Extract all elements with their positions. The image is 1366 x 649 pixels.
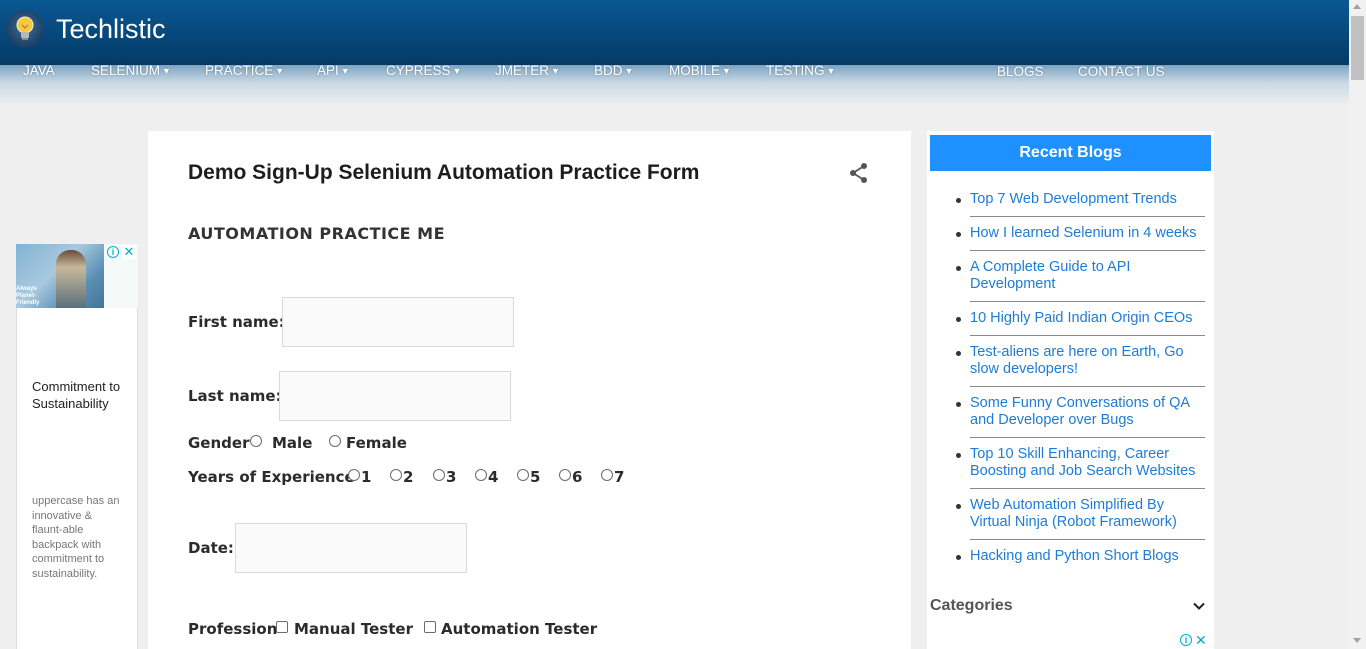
list-bullet <box>956 453 961 458</box>
date-input[interactable] <box>235 523 467 573</box>
gender-male-label: Male <box>272 434 313 452</box>
post-title: Demo Sign-Up Selenium Automation Practic… <box>188 161 700 184</box>
close-icon[interactable]: ✕ <box>122 245 136 259</box>
last-name-input[interactable] <box>279 371 511 421</box>
manual-tester-checkbox[interactable] <box>276 621 288 633</box>
nav-item-jmeter[interactable]: JMETER ▼ <box>495 63 560 78</box>
blog-divider <box>970 488 1205 489</box>
caret-down-icon: ▼ <box>340 66 350 76</box>
scrollbar-thumb[interactable] <box>1351 16 1364 80</box>
experience-radio-6[interactable] <box>559 469 571 481</box>
ad-headline[interactable]: Commitment to Sustainability <box>32 378 122 412</box>
list-bullet <box>956 504 961 509</box>
gender-female-label: Female <box>346 434 407 452</box>
first-name-label: First name: <box>188 313 285 331</box>
info-icon[interactable]: i <box>1180 634 1192 646</box>
date-label: Date: <box>188 539 234 557</box>
experience-label: Years of Experience <box>188 468 355 486</box>
nav-item-selenium[interactable]: SELENIUM ▼ <box>91 63 171 78</box>
experience-radio-1[interactable] <box>348 469 360 481</box>
nav-item-practice[interactable]: PRACTICE ▼ <box>205 63 284 78</box>
lightbulb-icon[interactable] <box>6 10 44 48</box>
blog-divider <box>970 437 1205 438</box>
blog-divider <box>970 386 1205 387</box>
list-bullet <box>956 198 961 203</box>
gender-male-radio[interactable] <box>250 435 262 447</box>
blog-link[interactable]: Test-aliens are here on Earth, Go slow d… <box>970 344 1205 378</box>
site-header: Techlistic <box>0 0 1349 65</box>
share-icon[interactable] <box>848 162 870 184</box>
blog-divider <box>970 250 1205 251</box>
blog-link[interactable]: Web Automation Simplified By Virtual Nin… <box>970 497 1205 531</box>
categories-label[interactable]: Categories <box>930 597 1013 615</box>
blog-link[interactable]: Some Funny Conversations of QA and Devel… <box>970 395 1205 429</box>
ad-description: uppercase has an innovative & flaunt-abl… <box>32 495 120 580</box>
experience-option-label: 1 <box>361 468 372 486</box>
experience-option-label: 2 <box>403 468 414 486</box>
experience-option-label: 3 <box>446 468 457 486</box>
sidebar <box>927 131 1214 649</box>
caret-down-icon: ▼ <box>162 66 171 76</box>
experience-radio-5[interactable] <box>517 469 529 481</box>
list-bullet <box>956 351 961 356</box>
ad-person-image <box>56 250 86 308</box>
scroll-up-arrow-icon[interactable] <box>1353 4 1361 9</box>
caret-down-icon: ▼ <box>826 66 836 76</box>
blog-link[interactable]: Top 10 Skill Enhancing, Career Boosting … <box>970 446 1205 480</box>
nav-item-contact-us[interactable]: CONTACT US <box>1078 64 1165 79</box>
first-name-input[interactable] <box>282 297 514 347</box>
chevron-down-icon[interactable] <box>1191 598 1207 614</box>
automation-tester-checkbox[interactable] <box>424 621 436 633</box>
caret-down-icon: ▼ <box>624 66 634 76</box>
site-title[interactable]: Techlistic <box>56 14 166 45</box>
blog-divider <box>970 301 1205 302</box>
experience-option-label: 6 <box>572 468 583 486</box>
nav-item-java[interactable]: JAVA <box>23 63 55 78</box>
nav-item-testing[interactable]: TESTING ▼ <box>766 63 835 78</box>
caret-down-icon: ▼ <box>275 66 285 76</box>
recent-blogs-header: Recent Blogs <box>930 135 1211 171</box>
manual-tester-label: Manual Tester <box>294 620 413 638</box>
experience-option-label: 5 <box>530 468 541 486</box>
caret-down-icon: ▼ <box>452 66 462 76</box>
experience-radio-7[interactable] <box>601 469 613 481</box>
experience-radio-2[interactable] <box>390 469 402 481</box>
scroll-down-arrow-icon[interactable] <box>1353 638 1361 643</box>
nav-item-cypress[interactable]: CYPRESS ▼ <box>386 63 461 78</box>
list-bullet <box>956 232 961 237</box>
blog-link[interactable]: A Complete Guide to API Development <box>970 259 1205 293</box>
experience-option-label: 7 <box>614 468 625 486</box>
automation-tester-label: Automation Tester <box>441 620 598 638</box>
blog-divider <box>970 539 1205 540</box>
nav-item-mobile[interactable]: MOBILE ▼ <box>669 63 731 78</box>
page-scrollbar[interactable] <box>1349 0 1366 649</box>
blog-link[interactable]: Top 7 Web Development Trends <box>970 191 1205 208</box>
list-bullet <box>956 317 961 322</box>
close-icon[interactable]: ✕ <box>1195 632 1207 649</box>
blog-link[interactable]: Hacking and Python Short Blogs <box>970 548 1205 565</box>
section-heading: AUTOMATION PRACTICE ME <box>188 224 446 243</box>
blog-divider <box>970 216 1205 217</box>
list-bullet <box>956 555 961 560</box>
nav-item-bdd[interactable]: BDD ▼ <box>594 63 633 78</box>
list-bullet <box>956 266 961 271</box>
list-bullet <box>956 402 961 407</box>
experience-option-label: 4 <box>488 468 499 486</box>
gender-label: Gender <box>188 434 250 452</box>
blog-link[interactable]: How I learned Selenium in 4 weeks <box>970 225 1205 242</box>
blog-divider <box>970 335 1205 336</box>
experience-radio-3[interactable] <box>433 469 445 481</box>
info-icon[interactable]: i <box>107 246 119 258</box>
experience-radio-4[interactable] <box>475 469 487 481</box>
gender-female-radio[interactable] <box>329 435 341 447</box>
nav-item-blogs[interactable]: BLOGS <box>997 64 1044 79</box>
nav-item-api[interactable]: API ▼ <box>317 63 350 78</box>
caret-down-icon: ▼ <box>722 66 731 76</box>
ad-image-caption: Always Planet-Friendly <box>16 286 40 306</box>
blog-link[interactable]: 10 Highly Paid Indian Origin CEOs <box>970 310 1205 327</box>
profession-label: Profession <box>188 620 278 638</box>
last-name-label: Last name: <box>188 387 282 405</box>
caret-down-icon: ▼ <box>551 66 560 76</box>
